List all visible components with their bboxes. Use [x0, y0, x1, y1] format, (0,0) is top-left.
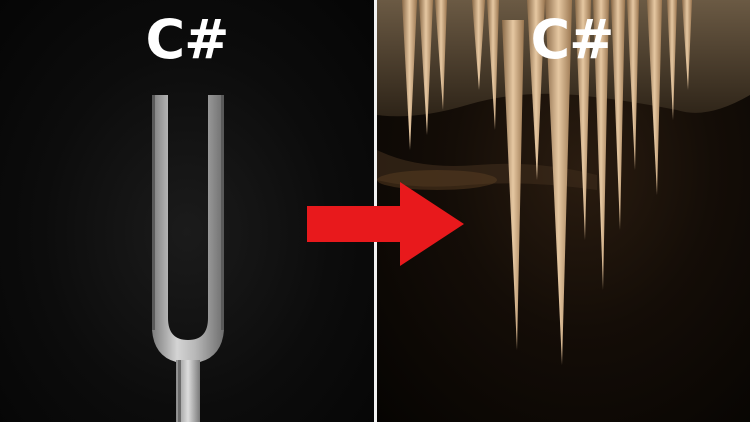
left-note-label: C#: [145, 8, 230, 71]
tuning-fork-body: [152, 95, 224, 362]
tuning-fork-panel: C#: [0, 0, 374, 422]
stalactite-panel: C#: [377, 0, 750, 422]
right-note-label: C#: [530, 8, 615, 71]
